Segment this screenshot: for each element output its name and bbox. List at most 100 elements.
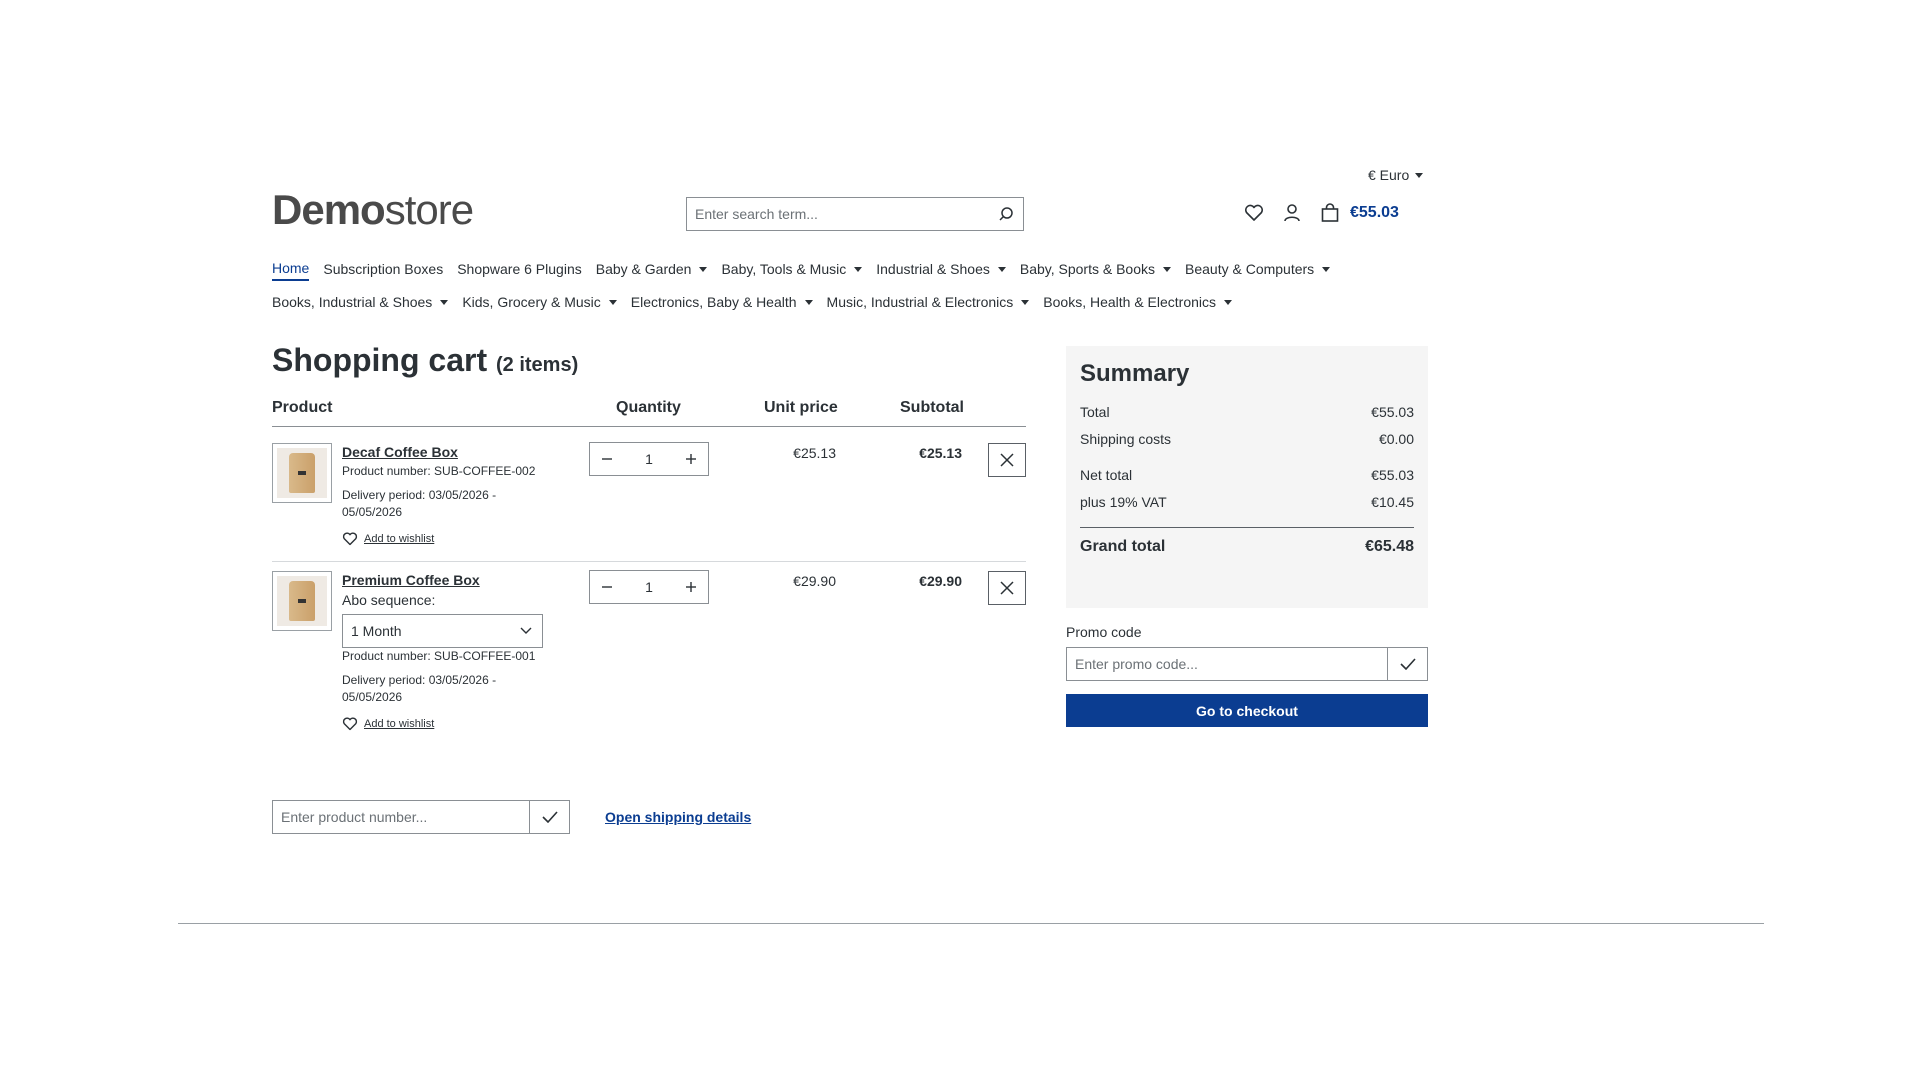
cart-title-text: Shopping cart — [272, 342, 488, 378]
nav-item-baby-sports-books[interactable]: Baby, Sports & Books — [1020, 261, 1171, 280]
summary-grand-total-row: Grand total €65.48 — [1080, 538, 1414, 555]
go-to-checkout-button[interactable]: Go to checkout — [1066, 694, 1428, 727]
caret-down-icon — [699, 266, 708, 272]
delivery-period-end: 05/05/2026 — [342, 690, 403, 704]
heart-icon — [342, 717, 358, 731]
search-box — [686, 197, 1024, 231]
remove-item-button[interactable] — [988, 443, 1026, 477]
caret-down-icon — [1021, 299, 1030, 305]
shopping-bag-icon — [1321, 203, 1339, 222]
close-icon — [1000, 453, 1014, 467]
item-subtotal: €25.13 — [919, 445, 962, 461]
quantity-input[interactable] — [629, 579, 669, 595]
summary-net-total-row: Net total €55.03 — [1080, 467, 1414, 483]
nav-item-baby-tools-music[interactable]: Baby, Tools & Music — [721, 261, 863, 280]
nav-item-baby-garden[interactable]: Baby & Garden — [596, 261, 708, 280]
store-logo[interactable]: Demostore — [272, 186, 474, 234]
product-name-link[interactable]: Decaf Coffee Box — [342, 444, 458, 460]
product-number: Product number: SUB-COFFEE-002 — [342, 464, 536, 478]
search-icon — [999, 207, 1013, 221]
abo-sequence-label: Abo sequence: — [342, 592, 436, 608]
add-to-wishlist-link[interactable]: Add to wishlist — [342, 532, 434, 546]
nav-item-home[interactable]: Home — [272, 260, 310, 281]
page-title: Shopping cart (2 items) — [272, 342, 578, 379]
apply-promo-button[interactable] — [1387, 647, 1428, 681]
abo-sequence-select[interactable]: 1 Month — [342, 614, 543, 648]
nav-item-kids-grocery-music[interactable]: Kids, Grocery & Music — [462, 294, 617, 313]
product-thumbnail[interactable] — [272, 571, 332, 631]
user-icon — [1284, 204, 1300, 222]
open-shipping-details-link[interactable]: Open shipping details — [605, 809, 751, 825]
checkmark-icon — [541, 811, 558, 823]
nav-item-books-health-electronics[interactable]: Books, Health & Electronics — [1043, 294, 1233, 313]
row-divider — [272, 561, 1026, 562]
product-number: Product number: SUB-COFFEE-001 — [342, 649, 536, 663]
promo-code-form — [1066, 647, 1428, 681]
table-header-divider — [272, 426, 1026, 427]
currency-label: € Euro — [1368, 167, 1410, 183]
nav-item-books-industrial-shoes[interactable]: Books, Industrial & Shoes — [272, 294, 449, 313]
unit-price: €29.90 — [793, 573, 836, 589]
plus-icon — [686, 582, 696, 592]
summary-vat-row: plus 19% VAT €10.45 — [1080, 494, 1414, 510]
search-input[interactable] — [687, 198, 989, 230]
caret-down-icon — [997, 266, 1006, 272]
nav-item-industrial-shoes[interactable]: Industrial & Shoes — [876, 261, 1006, 280]
caret-down-icon — [1163, 266, 1171, 272]
nav-item-subscription-boxes[interactable]: Subscription Boxes — [323, 261, 443, 280]
cart-total: €55.03 — [1350, 204, 1399, 221]
delivery-period-end: 05/05/2026 — [342, 505, 403, 519]
cart-item-count: (2 items) — [496, 354, 579, 376]
caret-down-icon — [608, 299, 617, 305]
minus-icon — [602, 586, 612, 588]
cart-button[interactable]: €55.03 — [1320, 203, 1399, 223]
delivery-period: Delivery period: 03/05/2026 - — [342, 488, 497, 502]
footer-divider — [178, 923, 1764, 924]
summary-divider — [1080, 527, 1414, 528]
column-header-unit-price: Unit price — [764, 399, 838, 416]
decrease-quantity-button[interactable] — [590, 571, 624, 603]
account-button[interactable] — [1282, 203, 1302, 223]
caret-down-icon — [854, 266, 863, 272]
minus-icon — [602, 458, 612, 460]
increase-quantity-button[interactable] — [674, 443, 708, 475]
main-navigation-row-2: Books, Industrial & Shoes Kids, Grocery … — [272, 294, 1246, 313]
summary-shipping-row: Shipping costs €0.00 — [1080, 431, 1414, 447]
increase-quantity-button[interactable] — [674, 571, 708, 603]
plus-icon — [686, 454, 696, 464]
nav-item-electronics-baby-health[interactable]: Electronics, Baby & Health — [631, 294, 813, 313]
product-number-input[interactable] — [272, 800, 529, 834]
chevron-down-icon — [520, 627, 532, 634]
logo-light-text: store — [384, 186, 474, 233]
remove-item-button[interactable] — [988, 571, 1026, 605]
nav-item-music-industrial-electronics[interactable]: Music, Industrial & Electronics — [827, 294, 1030, 313]
heart-icon — [1244, 204, 1264, 221]
product-thumbnail[interactable] — [272, 443, 332, 503]
add-product-form — [272, 800, 570, 834]
checkmark-icon — [1399, 658, 1416, 670]
search-button[interactable] — [989, 198, 1023, 230]
summary-title: Summary — [1080, 360, 1190, 387]
product-name-link[interactable]: Premium Coffee Box — [342, 572, 480, 588]
add-product-button[interactable] — [529, 800, 570, 834]
delivery-period: Delivery period: 03/05/2026 - — [342, 673, 497, 687]
caret-down-icon — [440, 299, 449, 305]
add-to-wishlist-link[interactable]: Add to wishlist — [342, 717, 434, 731]
heart-icon — [342, 532, 358, 546]
promo-code-input[interactable] — [1066, 647, 1387, 681]
header-actions: €55.03 — [1244, 203, 1399, 223]
quantity-input[interactable] — [629, 451, 669, 467]
wishlist-button[interactable] — [1244, 204, 1264, 222]
nav-item-shopware-plugins[interactable]: Shopware 6 Plugins — [457, 261, 582, 280]
nav-item-beauty-computers[interactable]: Beauty & Computers — [1185, 261, 1331, 280]
quantity-stepper — [589, 442, 709, 476]
coffee-bag-image — [289, 453, 315, 493]
coffee-bag-image — [289, 581, 315, 621]
close-icon — [1000, 581, 1014, 595]
column-header-subtotal: Subtotal — [900, 399, 964, 416]
currency-selector[interactable]: € Euro — [1368, 167, 1424, 183]
main-navigation-row-1: Home Subscription Boxes Shopware 6 Plugi… — [272, 260, 1344, 281]
decrease-quantity-button[interactable] — [590, 443, 624, 475]
caret-down-icon — [1322, 266, 1331, 272]
item-subtotal: €29.90 — [919, 573, 962, 589]
